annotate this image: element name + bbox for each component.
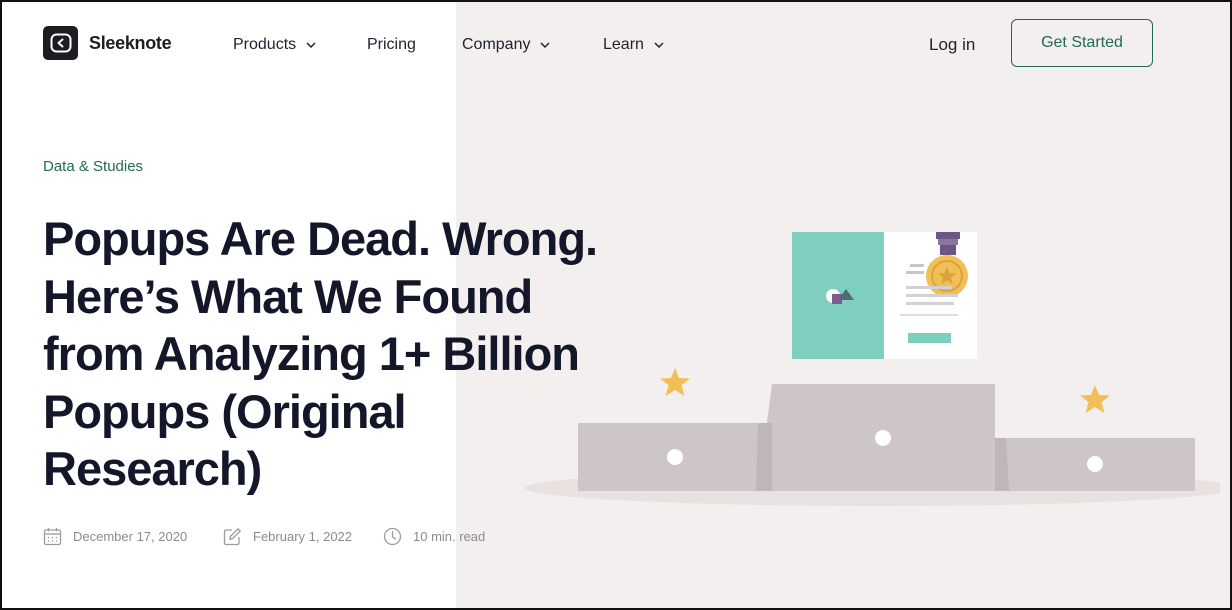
popup-card-illustration xyxy=(792,232,977,359)
article-title: Popups Are Dead. Wrong. Here’s What We F… xyxy=(43,212,598,495)
calendar-icon xyxy=(43,528,62,546)
chevron-down-icon xyxy=(654,42,664,49)
edit-icon xyxy=(223,528,241,546)
clock-icon xyxy=(383,527,402,546)
nav-item-pricing[interactable]: Pricing xyxy=(367,36,416,54)
brand-logo[interactable]: Sleeknote xyxy=(43,26,172,60)
nav-item-label: Pricing xyxy=(367,36,416,53)
updated-date: February 1, 2022 xyxy=(223,527,352,546)
published-date-text: December 17, 2020 xyxy=(73,529,188,544)
star-left xyxy=(660,368,690,396)
star-right xyxy=(1080,385,1110,413)
read-time-text: 10 min. read xyxy=(413,529,486,544)
updated-date-text: February 1, 2022 xyxy=(253,529,353,544)
podium-illustration xyxy=(525,232,1220,506)
login-link[interactable]: Log in xyxy=(929,35,975,55)
read-time: 10 min. read xyxy=(383,527,485,546)
sleeknote-logo-icon xyxy=(43,26,78,60)
nav-item-learn[interactable]: Learn xyxy=(603,36,664,54)
nav-item-label: Products xyxy=(233,36,297,53)
nav-item-company[interactable]: Company xyxy=(462,36,551,54)
nav-item-label: Learn xyxy=(603,36,644,53)
nav-item-label: Company xyxy=(462,36,531,53)
chevron-down-icon xyxy=(540,42,551,49)
chevron-down-icon xyxy=(306,42,316,49)
brand-name: Sleeknote xyxy=(89,32,172,53)
published-date: December 17, 2020 xyxy=(43,527,187,546)
nav-item-products[interactable]: Products xyxy=(233,36,316,54)
get-started-button[interactable]: Get Started xyxy=(1011,19,1153,67)
article-category-link[interactable]: Data & Studies xyxy=(43,158,143,175)
